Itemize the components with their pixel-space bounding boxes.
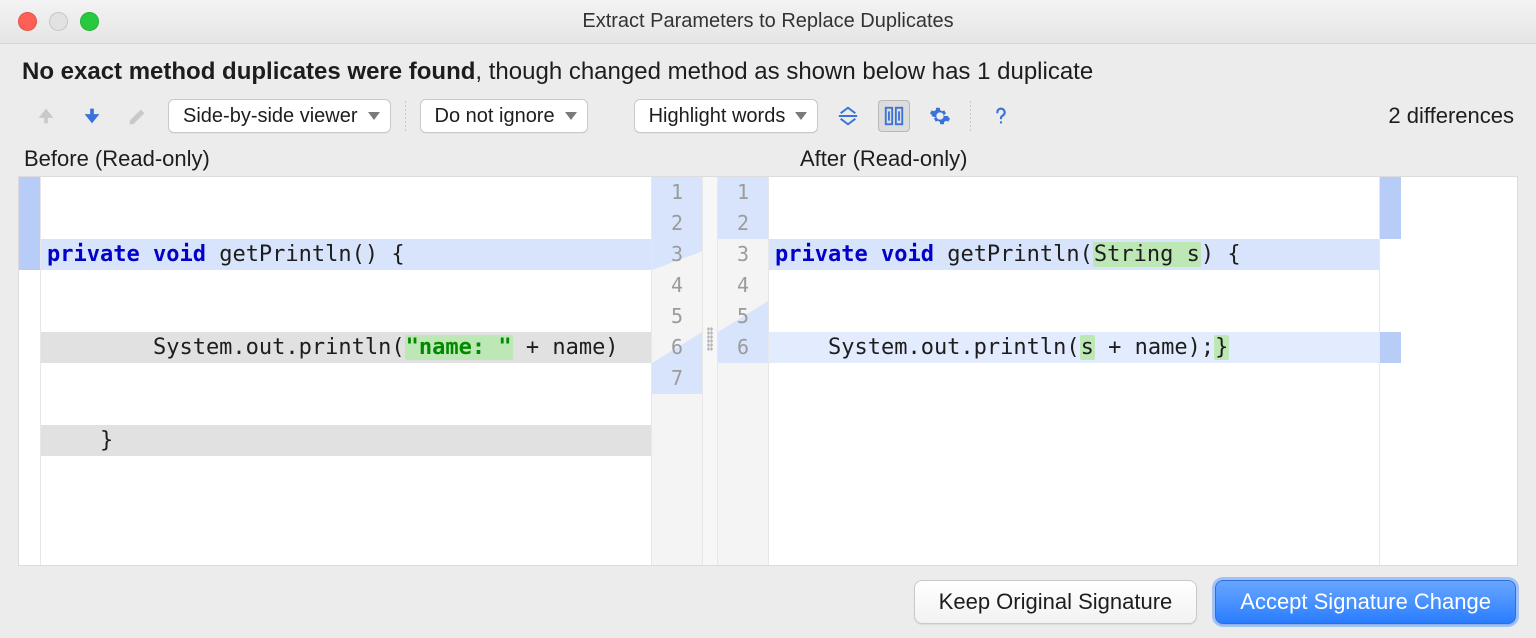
code-text: System.out.println(: [47, 335, 405, 360]
zoom-window-button[interactable]: [80, 12, 99, 31]
line-number: 7: [652, 363, 702, 394]
toolbar-separator: [405, 101, 406, 131]
line-number: 2: [652, 208, 702, 239]
diff-count: 2 differences: [1388, 103, 1514, 129]
line-number: 5: [652, 301, 702, 332]
string-literal: "name: ": [405, 335, 513, 360]
code-text: getPrintln() {: [206, 242, 405, 267]
button-label: Accept Signature Change: [1240, 589, 1491, 615]
kw-void: void: [868, 242, 934, 267]
diff-splitter[interactable]: [703, 177, 717, 565]
viewer-mode-combo[interactable]: Side-by-side viewer: [168, 99, 391, 133]
kw-void: void: [140, 242, 206, 267]
next-diff-icon[interactable]: [76, 100, 108, 132]
line-number: 3: [652, 239, 702, 270]
line-number: 1: [652, 177, 702, 208]
help-icon[interactable]: [985, 100, 1017, 132]
left-overview-ruler: [19, 177, 41, 565]
titlebar: Extract Parameters to Replace Duplicates: [0, 0, 1536, 44]
button-label: Keep Original Signature: [939, 589, 1173, 615]
code-text: System.out.println(: [775, 335, 1080, 360]
info-message-rest: , though changed method as shown below h…: [475, 58, 1093, 85]
inserted-text: s: [1080, 335, 1095, 360]
inserted-text: }: [1214, 335, 1229, 360]
line-number: 1: [718, 177, 768, 208]
right-overview-ruler: [1379, 177, 1401, 565]
prev-diff-icon: [30, 100, 62, 132]
code-text: + name): [513, 335, 619, 360]
window-controls: [0, 12, 99, 31]
info-message: No exact method duplicates were found, t…: [0, 44, 1536, 96]
right-gutter: 1 2 3 4 5 6: [717, 177, 769, 565]
highlight-mode-combo[interactable]: Highlight words: [634, 99, 819, 133]
sync-scroll-icon[interactable]: [878, 100, 910, 132]
dialog-buttons: Keep Original Signature Accept Signature…: [0, 566, 1536, 624]
before-code[interactable]: private void getPrintln() { System.out.p…: [41, 177, 651, 565]
left-gutter: 1 2 3 4 5 6 7: [651, 177, 703, 565]
before-label: Before (Read-only): [24, 146, 800, 172]
keep-original-button[interactable]: Keep Original Signature: [914, 580, 1198, 624]
kw-private: private: [47, 242, 140, 267]
viewer-mode-label: Side-by-side viewer: [183, 105, 358, 128]
code-text: ) {: [1201, 242, 1241, 267]
edit-source-icon: [122, 100, 154, 132]
line-number: 2: [718, 208, 768, 239]
drag-grip-icon: [707, 327, 713, 351]
line-number: 6: [718, 332, 768, 363]
inserted-text: String s: [1093, 242, 1201, 267]
diff-toolbar: Side-by-side viewer Do not ignore Highli…: [0, 96, 1536, 144]
highlight-mode-label: Highlight words: [649, 105, 786, 128]
line-number: 3: [718, 239, 768, 270]
minimize-window-button[interactable]: [49, 12, 68, 31]
ignore-mode-combo[interactable]: Do not ignore: [420, 99, 588, 133]
chevron-down-icon: [368, 112, 380, 120]
line-number: 4: [718, 270, 768, 301]
after-label: After (Read-only): [800, 146, 1512, 172]
gear-icon[interactable]: [924, 100, 956, 132]
collapse-unchanged-icon[interactable]: [832, 100, 864, 132]
diff-view: Before (Read-only) After (Read-only) pri…: [0, 144, 1536, 566]
close-window-button[interactable]: [18, 12, 37, 31]
line-number: 5: [718, 301, 768, 332]
accept-change-button[interactable]: Accept Signature Change: [1215, 580, 1516, 624]
code-text: getPrintln(: [934, 242, 1093, 267]
code-text: + name);: [1095, 335, 1214, 360]
chevron-down-icon: [565, 112, 577, 120]
after-code[interactable]: private void getPrintln(String s) { Syst…: [769, 177, 1379, 565]
code-text: }: [47, 428, 113, 453]
line-number: 4: [652, 270, 702, 301]
ignore-mode-label: Do not ignore: [435, 105, 555, 128]
toolbar-separator: [970, 101, 971, 131]
window-title: Extract Parameters to Replace Duplicates: [0, 10, 1536, 33]
kw-private: private: [775, 242, 868, 267]
line-number: 6: [652, 332, 702, 363]
chevron-down-icon: [795, 112, 807, 120]
info-message-bold: No exact method duplicates were found: [22, 58, 475, 85]
